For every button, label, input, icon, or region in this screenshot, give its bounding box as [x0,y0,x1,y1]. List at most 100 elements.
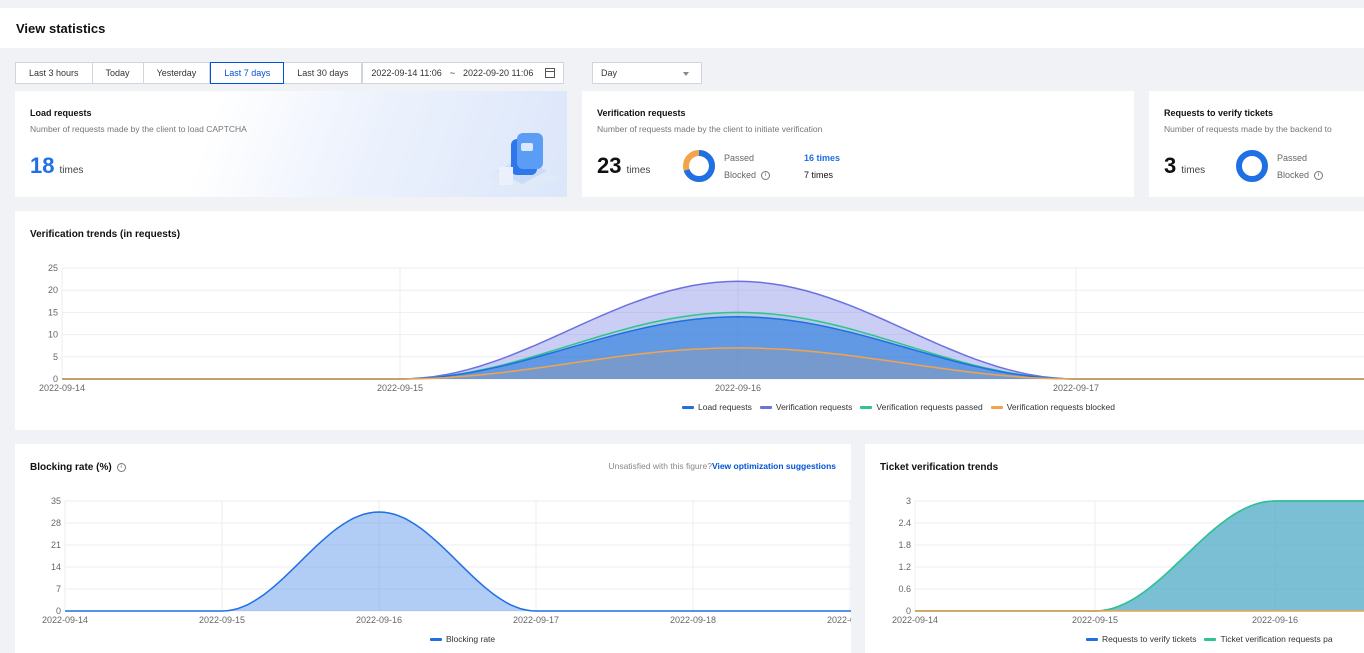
metric-unit: times [626,165,651,176]
load-requests-card: Load requests Number of requests made by… [15,91,567,197]
time-filter-bar: Last 3 hours Today Yesterday Last 7 days Las… [15,62,565,84]
page-header: View statistics [0,8,1364,48]
y-tick-label: 1.2 [898,562,911,572]
blocked-label: Blocked [1277,170,1310,180]
legend-swatch [1086,637,1098,641]
page-title: View statistics [16,21,106,36]
range-button[interactable]: Last 30 days [284,63,363,83]
card-metric: 23 times [597,153,650,179]
verification-trends-panel: Verification trends (in requests) 0 5 10 15… [15,211,1364,430]
pass-block-donut [683,150,715,182]
y-tick-label: 10 [48,330,58,340]
blocking-rate-chart: 07142128352022-09-14 2022-09-15 2022-09-16… [42,496,851,625]
date-range-picker[interactable]: 2022-09-14 11:06 ~ 2022-09-20 11:06 [363,62,565,84]
ticket-verification-chart: 00.61.21.82.432022-09-14 2022-09-15 2022-0… [892,496,1364,625]
x-tick-label: 2022-09-16 [356,615,402,625]
legend-swatch [1204,637,1217,641]
legend-item[interactable]: Requests to verify tickets [1086,634,1196,644]
card-metric: 18 times [30,153,83,179]
range-button[interactable]: Today [93,63,144,83]
series-area [62,347,1364,379]
verification-trends-chart: 05101520252022-09-14 2022-09-15 2022-09-16… [39,263,1364,393]
range-button[interactable]: Last 7 days [210,62,285,84]
y-tick-label: 7 [56,584,61,594]
y-tick-label: 21 [51,540,61,550]
date-separator: ~ [449,68,456,78]
card-title: Requests to verify tickets [1164,108,1274,118]
blocking-rate-panel: Blocking rate (%) i Unsatisfied with this… [15,444,851,653]
card-description: Number of requests made by the backend t… [1164,124,1332,134]
x-tick-label: 2022-09-17 [513,615,559,625]
y-tick-label: 1.8 [898,540,911,550]
blocked-label: Blocked [724,170,757,180]
metric-unit: times [59,165,84,176]
passed-value: 16 times [804,153,841,163]
legend-item[interactable]: Verification requests [759,402,853,412]
legend-item[interactable]: Load requests [682,402,752,412]
y-tick-label: 15 [48,307,58,317]
metric-value: 3 [1164,153,1177,178]
legend-swatch [990,405,1003,409]
blocked-value: 7 times [804,170,834,180]
metric-unit: times [1181,165,1206,176]
legend-swatch [430,637,442,641]
legend-label: Verification requests blocked [1006,402,1115,412]
time-range-selector: Last 3 hours Today Yesterday Last 7 days Las… [15,62,364,84]
legend-swatch [860,405,873,409]
y-tick-label: 14 [51,562,61,572]
blocked-label-row: Blocked i [724,170,771,181]
y-tick-label: 20 [48,285,58,295]
captcha-illustration-icon [485,133,559,195]
info-icon[interactable]: i [1314,171,1324,181]
x-tick-label: 2022-09-15 [377,383,423,393]
x-tick-label: 2022-09-16 [1252,615,1298,625]
x-tick-label: 2022-09-19 [827,615,851,625]
passed-label: Passed [1277,153,1308,163]
legend-item[interactable]: Blocking rate [430,634,495,644]
start-date: 2022-09-14 11:06 [371,68,442,78]
info-icon[interactable]: i [761,171,771,181]
y-tick-label: 0.6 [898,584,911,594]
x-tick-label: 2022-09-16 [715,383,761,393]
legend-label: Verification requests [775,402,853,412]
legend-label: Requests to verify tickets [1102,634,1197,644]
granularity-value: Day [601,68,618,78]
x-tick-label: 2022-09-18 [670,615,716,625]
y-tick-label: 28 [51,518,61,528]
x-tick-label: 2022-09-17 [1053,383,1099,393]
x-tick-label: 2022-09-14 [39,383,85,393]
granularity-select[interactable]: Day [592,62,702,84]
ticket-requests-card: Requests to verify tickets Number of req… [1149,91,1364,197]
legend-label: Ticket verification requests pa [1220,634,1333,644]
passed-label: Passed [724,153,755,163]
metric-value: 23 [597,153,622,178]
blocked-label-row: Blocked i [1277,170,1324,181]
y-tick-label: 2.4 [898,518,911,528]
x-tick-label: 2022-09-14 [892,615,938,625]
card-metric: 3 times [1164,153,1205,179]
range-button[interactable]: Yesterday [144,63,211,83]
range-button[interactable]: Last 3 hours [16,63,93,83]
y-tick-label: 25 [48,263,58,273]
legend-label: Blocking rate [446,634,496,644]
y-tick-label: 3 [906,496,911,506]
chevron-down-icon [683,72,689,76]
legend-item[interactable]: Verification requests blocked [990,402,1115,412]
chart-legend: Blocking rate [430,634,503,644]
ticket-verification-panel: Ticket verification trends 0 0.6 1.2 1.8 2.4… [865,444,1364,653]
blocked-value-row: 7 times [804,170,833,180]
legend-item[interactable]: Verification requests passed [860,402,983,412]
x-tick-label: 2022-09-14 [42,615,88,625]
legend-label: Verification requests passed [876,402,983,412]
x-tick-label: 2022-09-15 [1072,615,1118,625]
ticket-pass-donut [1236,150,1268,182]
card-title: Load requests [30,108,92,118]
legend-swatch [682,405,694,409]
legend-swatch [759,405,772,409]
chart-legend: Load requests Verification requests Verifi… [682,402,1123,412]
card-description: Number of requests made by the client to… [30,124,247,134]
legend-item[interactable]: Ticket verification requests pa [1204,634,1333,644]
legend-label: Load requests [698,402,752,412]
y-tick-label: 35 [51,496,61,506]
calendar-icon[interactable] [545,68,556,78]
